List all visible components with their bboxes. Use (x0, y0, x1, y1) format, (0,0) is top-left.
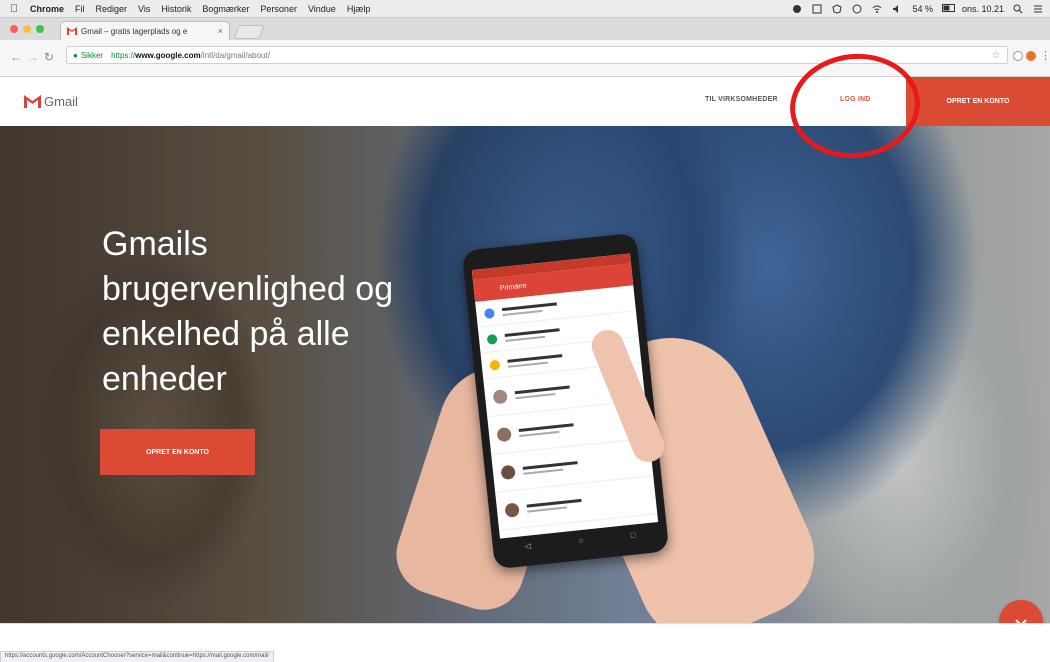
url-path: /intl/da/gmail/about/ (200, 50, 270, 60)
reload-icon[interactable]: ↻ (44, 50, 54, 64)
menu-item-help[interactable]: Hjælp (347, 4, 371, 14)
skype-icon[interactable] (792, 4, 803, 13)
page-bottom: https://accounts.google.com/AccountChoos… (0, 623, 1050, 662)
browser-tab-gmail[interactable]: Gmail – gratis lagerplads og e × (60, 21, 230, 40)
chevron-down-icon (1015, 619, 1027, 623)
browser-tab-strip: Gmail – gratis lagerplads og e × (0, 18, 1050, 40)
apple-icon[interactable]:  (8, 3, 20, 15)
menu-item-bookmarks[interactable]: Bogmærker (202, 4, 249, 14)
hero-section: Primære ◁ ○ □ Gmails brugervenlighed og en… (0, 126, 1050, 623)
security-label: Sikker (80, 50, 104, 60)
window-controls (10, 25, 44, 33)
sign-in-link[interactable]: LOG IND (840, 96, 871, 103)
gmail-favicon-icon (67, 27, 77, 35)
menu-item-view[interactable]: Vis (138, 4, 150, 14)
create-account-button-hero[interactable]: OPRET EN KONTO (100, 429, 255, 475)
bookmark-star-icon[interactable]: ☆ (992, 50, 1001, 61)
shield-icon[interactable] (832, 4, 843, 14)
browser-menu-icon[interactable]: ⋮ (1040, 49, 1050, 62)
wifi-icon[interactable] (872, 4, 883, 13)
clock[interactable]: ons. 10.21 (962, 4, 1004, 14)
notification-center-icon[interactable] (1033, 4, 1044, 13)
forward-arrow-icon[interactable]: → (27, 50, 39, 64)
browser-toolbar: ← → ↻ ● Sikker https://www.google.com/in… (0, 40, 1050, 77)
volume-icon[interactable] (892, 4, 903, 13)
url-prefix: https:// (111, 50, 136, 60)
phone-home-icon: ○ (577, 535, 584, 545)
link-hover-status: https://accounts.google.com/AccountChoos… (0, 651, 274, 662)
back-arrow-icon[interactable]: ← (10, 50, 22, 64)
menu-item-edit[interactable]: Rediger (96, 4, 128, 14)
lock-icon: ● (73, 50, 78, 60)
menu-app-name[interactable]: Chrome (30, 4, 64, 14)
phone-recents-icon: □ (630, 529, 636, 540)
extension-icon[interactable] (1013, 51, 1023, 61)
url-domain: www.google.com (135, 50, 201, 60)
app-status-icon[interactable] (812, 4, 823, 14)
spotlight-icon[interactable] (1013, 4, 1024, 14)
zoom-window-button[interactable] (36, 25, 44, 33)
battery-icon[interactable] (941, 4, 955, 13)
extension-orange-icon[interactable] (1026, 51, 1036, 61)
menu-item-window[interactable]: Vindue (308, 4, 336, 14)
create-account-button-header[interactable]: OPRET EN KONTO (906, 77, 1050, 126)
url-text: https://www.google.com/intl/da/gmail/abo… (111, 51, 270, 60)
minimize-window-button[interactable] (23, 25, 31, 33)
hero-title: Gmails brugervenlighed og enkelhed på al… (102, 225, 394, 398)
gmail-logo-text: Gmail (44, 94, 78, 109)
close-tab-icon[interactable]: × (218, 26, 223, 36)
macos-menu-bar:  Chrome Fil Rediger Vis Historik Bogmær… (0, 0, 1050, 18)
menu-item-file[interactable]: Fil (75, 4, 85, 14)
menu-item-people[interactable]: Personer (260, 4, 297, 14)
gmail-header: Gmail TIL VIRKSOMHEDER LOG IND OPRET EN … (0, 77, 1050, 126)
menu-item-history[interactable]: Historik (161, 4, 191, 14)
battery-percent: 54 % (912, 3, 933, 14)
time-machine-icon[interactable] (852, 4, 863, 14)
new-tab-button[interactable] (233, 25, 265, 39)
gmail-m-icon (24, 95, 41, 108)
close-window-button[interactable] (10, 25, 18, 33)
tab-title: Gmail – gratis lagerplads og e (81, 26, 188, 36)
phone-back-icon: ◁ (524, 540, 532, 551)
for-business-link[interactable]: TIL VIRKSOMHEDER (705, 96, 778, 103)
address-bar[interactable]: ● Sikker https://www.google.com/intl/da/… (66, 46, 1008, 64)
gmail-logo[interactable]: Gmail (24, 94, 78, 109)
menubar-status-area: 54 % ons. 10.21 (792, 4, 1050, 14)
